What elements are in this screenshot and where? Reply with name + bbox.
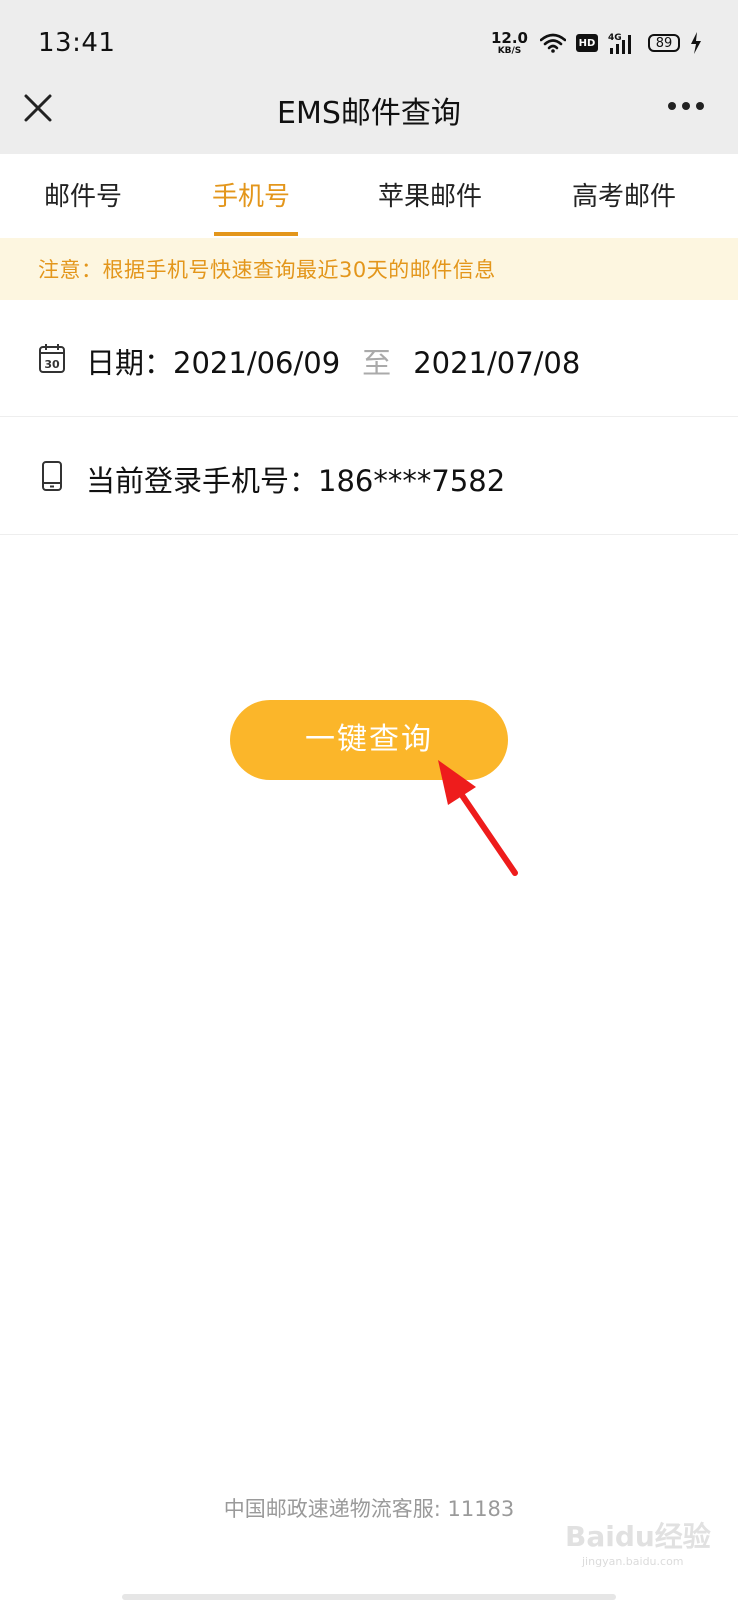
wifi-icon (540, 33, 566, 53)
battery-level: 89 (655, 35, 673, 51)
active-tab-indicator (214, 232, 298, 236)
phone-label: 当前登录手机号： (86, 464, 319, 498)
watermark-url: jingyan.baidu.com (582, 1555, 684, 1568)
date-range: 日期：2021/06/09 至 2021/07/08 (86, 340, 580, 382)
notice-text: 注意：根据手机号快速查询最近30天的邮件信息 (38, 258, 496, 282)
tab-phone-number[interactable]: 手机号 (212, 176, 290, 238)
network-speed-value: 12.0 (490, 28, 528, 47)
signal-icon: 4G (608, 33, 631, 54)
date-end[interactable]: 2021/07/08 (413, 346, 580, 380)
phone-text: 当前登录手机号：186****7582 (86, 458, 505, 500)
status-time: 13:41 (38, 28, 116, 58)
hd-icon: HD (576, 34, 598, 52)
calendar-icon: 30 (39, 344, 65, 373)
phone-row: 当前登录手机号：186****7582 (0, 418, 738, 535)
home-indicator (122, 1594, 616, 1600)
status-icons: 12.0 KB/S HD 4G 89 (491, 26, 702, 60)
calendar-day: 30 (44, 358, 60, 371)
phone-icon (42, 461, 62, 491)
charging-icon (691, 32, 701, 54)
tab-apple-mail[interactable]: 苹果邮件 (378, 176, 482, 238)
annotation-arrow-icon (438, 760, 518, 876)
page-title: EMS邮件查询 (277, 96, 461, 131)
watermark-logo: Baidu经验 (565, 1520, 711, 1553)
tab-bar: 邮件号 手机号 苹果邮件 高考邮件 (0, 154, 738, 238)
page: 13:41 12.0 KB/S HD 4G 89 EMS邮件查询 邮件号 手机号… (0, 0, 738, 1600)
network-speed-unit: KB/S (497, 45, 522, 56)
network-type: 4G (608, 33, 622, 43)
date-range-row[interactable]: 30 日期：2021/06/09 至 2021/07/08 (0, 300, 738, 417)
tab-gaokao-mail[interactable]: 高考邮件 (572, 176, 676, 238)
notice-banner: 注意：根据手机号快速查询最近30天的邮件信息 (0, 238, 738, 300)
date-label: 日期： (86, 346, 174, 380)
network-speed: 12.0 KB/S (490, 28, 528, 56)
phone-value: 186****7582 (318, 464, 506, 498)
tab-mail-number[interactable]: 邮件号 (44, 176, 122, 238)
more-icon[interactable] (668, 98, 708, 114)
top-bar: 13:41 12.0 KB/S HD 4G 89 EMS邮件查询 (0, 0, 738, 154)
battery-icon: 89 (648, 34, 680, 52)
date-separator: 至 (362, 346, 392, 380)
date-start[interactable]: 2021/06/09 (173, 346, 340, 380)
